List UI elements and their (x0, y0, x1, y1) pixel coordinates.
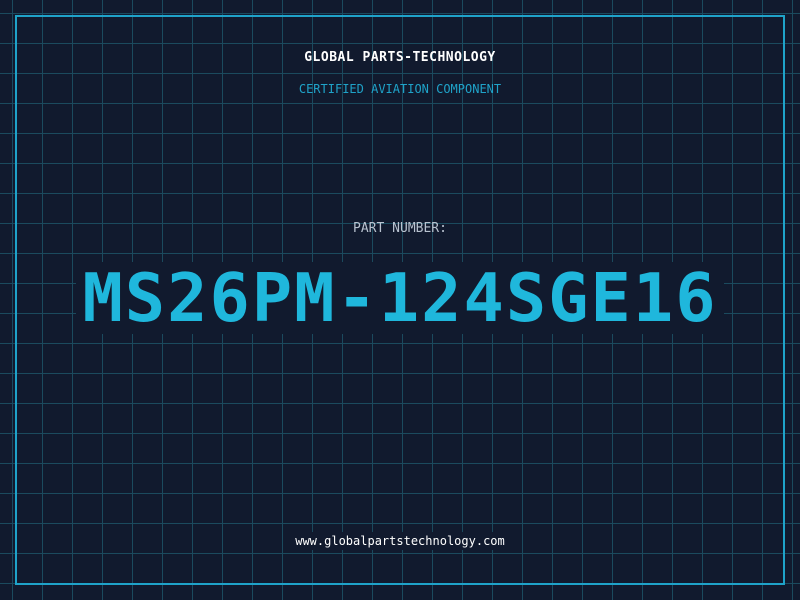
part-number-value: MS26PM-124SGE16 (76, 262, 724, 334)
footer: www.globalpartstechnology.com (0, 530, 800, 550)
certification-subtitle: CERTIFIED AVIATION COMPONENT (298, 82, 502, 96)
part-number-container: MS26PM-124SGE16 (0, 262, 800, 334)
company-name: GLOBAL PARTS-TECHNOLOGY (304, 50, 496, 65)
part-number-label: PART NUMBER: (353, 221, 447, 236)
website-url: www.globalpartstechnology.com (293, 532, 507, 550)
